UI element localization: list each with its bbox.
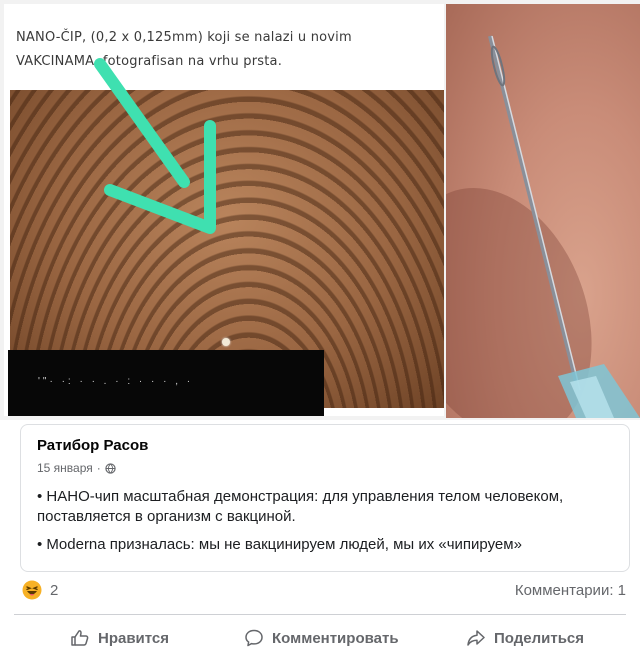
redacted-text: '"· ·: · · . · : · · · , · [38,376,194,387]
share-icon [467,630,485,646]
post-text-card: Ратибор Расов 15 января · • НАНО-чип мас… [20,424,630,572]
share-button[interactable]: Поделиться [466,622,584,654]
comment-icon [245,629,263,647]
comment-button[interactable]: Комментировать [244,622,399,654]
share-label: Поделиться [494,629,585,647]
like-label: Нравится [98,629,170,647]
action-bar: Нравится Комментировать Поделиться [0,622,640,654]
like-button[interactable]: Нравится [70,622,169,654]
post-meta: 15 января · [37,461,116,475]
redaction-bar: '"· ·: · · . · : · · · , · [8,350,324,416]
needle-illustration [488,35,640,418]
post-bullet-1: • НАНО-чип масштабная демонстрация: для … [37,488,564,525]
post-images[interactable]: NANO-ČIP, (0,2 x 0,125mm) koji se nalazi… [0,0,640,420]
haha-icon [22,580,42,600]
reactions-summary[interactable]: 2 [22,580,58,600]
globe-icon [105,462,116,474]
reaction-count: 2 [50,581,59,599]
actions-divider [14,614,626,615]
author-name[interactable]: Ратибор Расов [37,437,148,454]
comment-label: Комментировать [272,629,399,647]
post-date[interactable]: 15 января [37,461,93,475]
nanochip-photo[interactable]: NANO-ČIP, (0,2 x 0,125mm) koji se nalazi… [4,4,444,416]
thumbs-up-icon [71,630,89,646]
comments-count[interactable]: Комментарии: 1 [515,582,626,599]
meta-separator: · [96,461,101,475]
post-bullet-2: • Moderna призналась: мы не вакцинируем … [37,536,522,553]
needle-photo[interactable] [446,4,640,418]
